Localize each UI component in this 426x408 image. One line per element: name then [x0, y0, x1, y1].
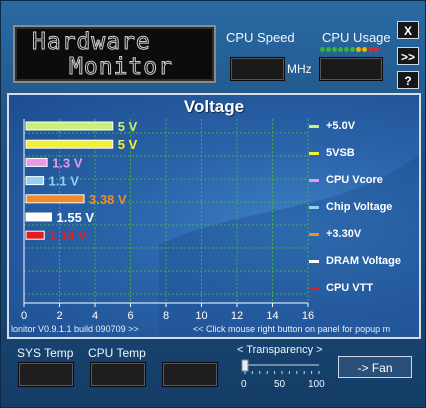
cpu-usage-dot [338, 47, 343, 52]
legend-item: +5.0V [309, 119, 355, 133]
voltage-bar-label: 1.3 V [52, 155, 83, 170]
x-tick-label: 10 [195, 310, 207, 322]
cpu-usage-dot [350, 47, 355, 52]
expand-button[interactable]: >> [397, 47, 419, 65]
cpu-usage-indicator-dots [320, 47, 379, 52]
x-tick-label: 12 [231, 310, 243, 322]
voltage-bar [25, 139, 114, 149]
cpu-speed-unit: MHz [287, 62, 312, 76]
transparency-slider[interactable] [237, 359, 327, 381]
legend-label: Chip Voltage [326, 201, 393, 213]
slider-tick-100: 100 [308, 379, 325, 390]
lcd-title-line1: Hardware [32, 29, 151, 56]
legend-swatch [309, 232, 319, 236]
transparency-label: < Transparency > [237, 344, 323, 356]
legend-label: CPU Vcore [326, 174, 383, 186]
x-tick-label: 6 [127, 310, 133, 322]
lcd-title-line2: Monitor [69, 54, 173, 81]
cpu-usage-dot [368, 47, 373, 52]
cpu-usage-display [319, 57, 383, 81]
voltage-bar-label: 5 V [118, 137, 138, 152]
legend-label: 5VSB [326, 147, 355, 159]
voltage-bar-label: 5 V [118, 119, 138, 134]
x-tick-label: 16 [302, 310, 314, 322]
voltage-bar-label: 1.55 V [57, 210, 95, 225]
hardware-monitor-window: Hardware Monitor CPU Speed MHz CPU Usage… [0, 0, 426, 408]
sys-temp-label: SYS Temp [17, 346, 74, 360]
x-tick-label: 0 [21, 310, 27, 322]
legend-swatch [309, 259, 319, 263]
sys-temp-display [18, 362, 74, 387]
legend-item: CPU VTT [309, 281, 373, 295]
legend-swatch [309, 286, 319, 290]
legend-item: CPU Vcore [309, 173, 383, 187]
hint-text: << Click mouse right button on panel for… [193, 324, 391, 334]
legend-item: Chip Voltage [309, 200, 392, 214]
cpu-temp-display [90, 362, 146, 387]
cpu-usage-dot [326, 47, 331, 52]
cpu-speed-display [230, 57, 285, 81]
legend-label: +3.30V [326, 228, 362, 240]
legend-swatch [309, 151, 319, 155]
cpu-usage-dot [332, 47, 337, 52]
legend-item: 5VSB [309, 146, 355, 160]
legend-item: +3.30V [309, 227, 361, 241]
extra-temp-display [162, 362, 218, 387]
version-text: lonitor V0.9.1.1 build 090709 >> [11, 324, 139, 334]
cpu-usage-label: CPU Usage [322, 30, 391, 45]
help-button[interactable]: ? [397, 71, 419, 89]
cpu-usage-dot [356, 47, 361, 52]
legend-label: CPU VTT [326, 282, 374, 294]
voltage-bar [25, 176, 45, 186]
transparency-slider-thumb[interactable] [241, 359, 249, 372]
lcd-title-display: Hardware Monitor [13, 25, 216, 83]
legend-swatch [309, 205, 319, 209]
legend-label: DRAM Voltage [326, 255, 401, 267]
voltage-bar [25, 194, 85, 204]
voltage-panel[interactable]: Voltage 0 2 4 6 8 10 12 14 16 5 V5 V 1.3 V 1.1 V 3.3… [7, 93, 421, 339]
x-tick-label: 2 [56, 310, 62, 322]
x-tick-label: 8 [163, 310, 169, 322]
legend-swatch [309, 178, 319, 182]
voltage-bar [25, 230, 45, 240]
voltage-chart: 0 2 4 6 8 10 12 14 16 5 V 5 V 1.3 V 1.1 V 3.38 V 1.55 … [21, 119, 314, 322]
voltage-bar-label: 1.14 V [49, 228, 87, 243]
cpu-usage-dot [374, 47, 379, 52]
voltage-bar [25, 121, 114, 131]
x-tick-label: 14 [266, 310, 278, 322]
cpu-speed-label: CPU Speed [226, 30, 295, 45]
close-button[interactable]: X [397, 21, 419, 39]
cpu-usage-dot [344, 47, 349, 52]
slider-tick-0: 0 [241, 379, 247, 390]
voltage-bar-label: 3.38 V [89, 192, 127, 207]
voltage-bar-label: 1.1 V [49, 174, 80, 189]
voltage-bar [25, 212, 53, 222]
voltage-bar [25, 157, 48, 167]
legend-swatch [309, 124, 319, 128]
slider-tick-50: 50 [274, 379, 286, 390]
legend-label: +5.0V [326, 120, 356, 132]
x-tick-label: 4 [92, 310, 98, 322]
cpu-usage-dot [362, 47, 367, 52]
cpu-temp-label: CPU Temp [88, 346, 146, 360]
fan-button[interactable]: -> Fan [338, 356, 412, 378]
legend-item: DRAM Voltage [309, 254, 401, 268]
cpu-usage-dot [320, 47, 325, 52]
